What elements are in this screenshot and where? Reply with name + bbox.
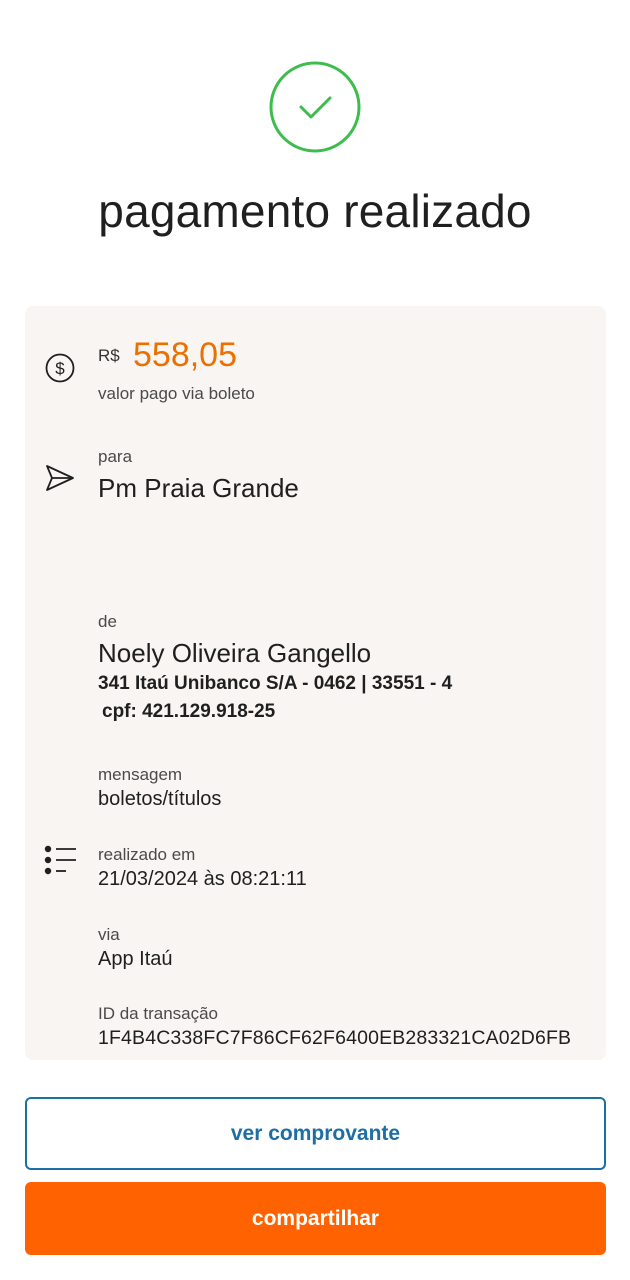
payer-bank-info: 341 Itaú Unibanco S/A - 0462 | 33551 - 4: [98, 673, 453, 694]
svg-text:$: $: [55, 359, 65, 378]
transaction-id-value: 1F4B4C338FC7F86CF62F6400EB283321CA02D6FB: [98, 1027, 572, 1049]
page-title: pagamento realizado: [98, 185, 532, 237]
payer-name: Noely Oliveira Gangello: [98, 638, 372, 668]
recipient-label: para: [98, 447, 133, 466]
date-value: 21/03/2024 às 08:21:11: [98, 868, 307, 890]
payment-details-card: $ R$ 558,05 valor pago via boleto para P…: [25, 306, 606, 1060]
send-icon: [46, 465, 74, 491]
message-value: boletos/títulos: [98, 788, 222, 810]
currency-label: R$: [98, 346, 120, 365]
payer-cpf: cpf: 421.129.918-25: [102, 701, 276, 722]
share-button[interactable]: compartilhar: [25, 1182, 606, 1255]
recipient-name: Pm Praia Grande: [98, 473, 299, 503]
payer-label: de: [98, 612, 117, 631]
check-circle-icon: [269, 61, 361, 153]
dollar-circle-icon: $: [45, 353, 75, 383]
via-value: App Itaú: [98, 948, 173, 970]
via-label: via: [98, 925, 120, 944]
amount-caption: valor pago via boleto: [98, 384, 255, 403]
date-label: realizado em: [98, 845, 196, 864]
payment-amount: 558,05: [133, 336, 237, 374]
transaction-id-label: ID da transação: [98, 1004, 219, 1023]
message-label: mensagem: [98, 765, 183, 784]
view-receipt-button[interactable]: ver comprovante: [25, 1097, 606, 1170]
list-icon: [44, 845, 76, 875]
